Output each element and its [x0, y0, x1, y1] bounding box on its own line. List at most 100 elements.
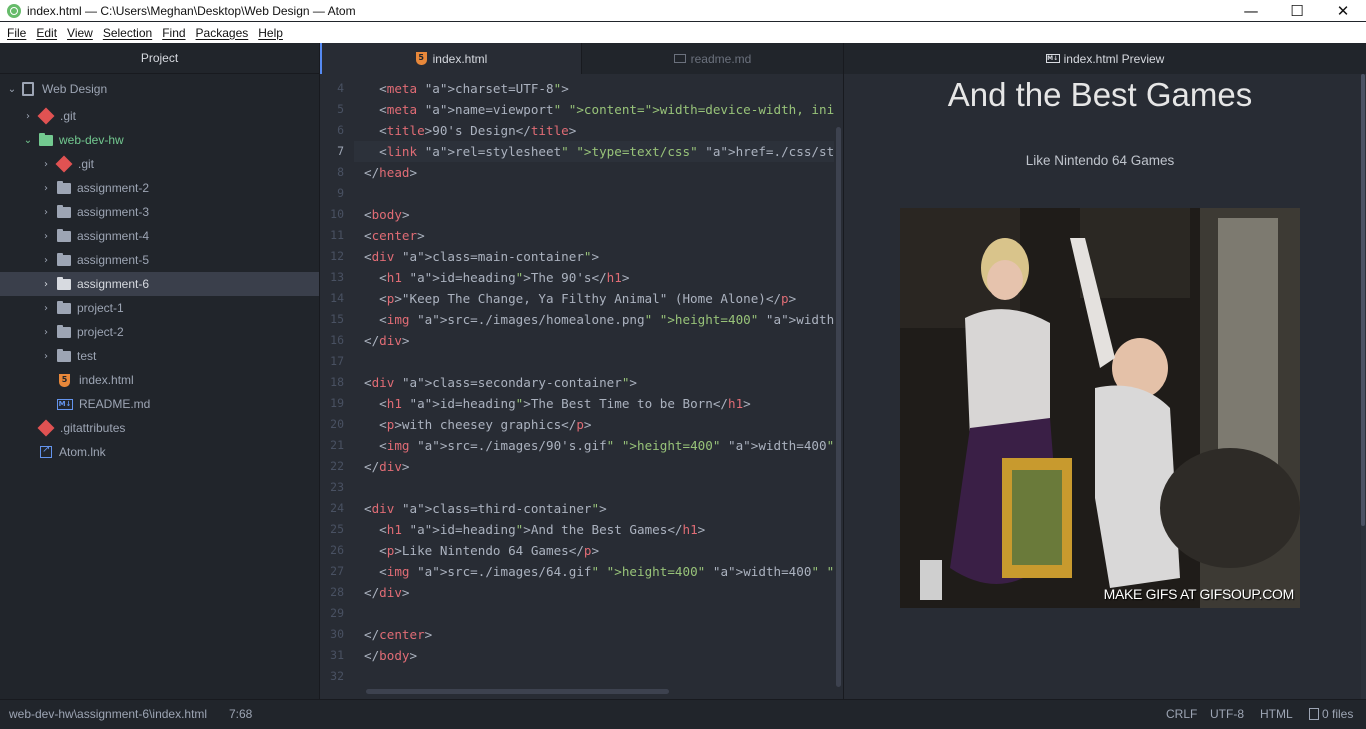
tree-item-label: assignment-6 — [77, 277, 150, 291]
markdown-icon: M↓ — [1045, 54, 1060, 63]
code-line[interactable] — [364, 351, 834, 372]
status-git-files[interactable]: 0 files — [1309, 707, 1353, 721]
tree-view: Project ⌄ Web Design › .git ⌄ web-dev-hw… — [0, 43, 320, 699]
chevron-right-icon: › — [44, 326, 48, 338]
maximize-button[interactable]: ☐ — [1274, 0, 1320, 21]
tree-item-label: README.md — [79, 397, 151, 411]
minimize-button[interactable]: — — [1228, 0, 1274, 21]
chevron-right-icon: › — [26, 110, 30, 122]
code-line[interactable]: <p>"Keep The Change, Ya Filthy Animal" (… — [364, 288, 834, 309]
code-line[interactable]: <h1 "a">id=heading">And the Best Games</… — [364, 519, 834, 540]
menu-help[interactable]: Help — [253, 26, 288, 40]
code-line[interactable]: <div "a">class=secondary-container"> — [364, 372, 834, 393]
close-button[interactable]: ✕ — [1320, 0, 1366, 21]
editor-horizontal-scrollbar[interactable] — [366, 689, 669, 694]
tree-item-label: Atom.lnk — [59, 445, 106, 459]
line-number: 6 — [337, 123, 344, 137]
code-line[interactable] — [364, 603, 834, 624]
tree-item-label: assignment-2 — [77, 181, 150, 195]
code-line[interactable]: <img "a">src=./images/90's.gif" ">height… — [364, 435, 834, 456]
repo-icon — [22, 82, 34, 96]
tree-item-gitattributes[interactable]: .gitattributes — [0, 416, 319, 440]
menu-selection[interactable]: Selection — [98, 26, 157, 40]
editor-pane: 5 index.html readme.md 4 <meta "a">chars… — [320, 43, 843, 699]
code-line-current[interactable]: <link "a">rel=stylesheet" ">type=text/cs… — [354, 141, 834, 162]
status-cursor-position[interactable]: 7:68 — [229, 707, 252, 721]
menu-view[interactable]: View — [62, 26, 98, 40]
folder-icon — [57, 252, 71, 266]
tree-item-assignment-6[interactable]: › assignment-6 — [0, 272, 319, 296]
tree-item-atom-lnk[interactable]: Atom.lnk — [0, 440, 319, 464]
code-line[interactable]: </div> — [364, 456, 834, 477]
line-number: 31 — [330, 648, 344, 662]
folder-icon — [57, 180, 71, 194]
line-number: 17 — [330, 354, 344, 368]
tree-item-git[interactable]: › .git — [0, 152, 319, 176]
tree-item-index-html[interactable]: 5 index.html — [0, 368, 319, 392]
tab-readme-md[interactable]: readme.md — [581, 43, 843, 74]
status-file-path[interactable]: web-dev-hw\assignment-6\index.html — [9, 707, 207, 721]
code-line[interactable]: <img "a">src=./images/64.gif" ">height=4… — [364, 561, 834, 582]
tree-item-label: .git — [78, 157, 95, 171]
chevron-right-icon: › — [44, 206, 48, 218]
code-line[interactable]: <body> — [364, 204, 834, 225]
code-line[interactable] — [364, 477, 834, 498]
folder-icon — [57, 324, 71, 338]
tree-item-assignment-3[interactable]: › assignment-3 — [0, 200, 319, 224]
tree-item-web-dev-hw[interactable]: ⌄ web-dev-hw — [0, 128, 319, 152]
tree-item-web-design[interactable]: ⌄ Web Design — [0, 77, 319, 101]
code-line[interactable]: <p>with cheesey graphics</p> — [364, 414, 834, 435]
preview-scrollbar-thumb[interactable] — [1361, 74, 1365, 526]
tree-item-readme[interactable]: M↓ README.md — [0, 392, 319, 416]
code-line[interactable]: <h1 "a">id=heading">The 90's</h1> — [364, 267, 834, 288]
code-line[interactable]: <div "a">class=third-container"> — [364, 498, 834, 519]
tree-item-label: index.html — [79, 373, 134, 387]
tab-index-html[interactable]: 5 index.html — [320, 43, 581, 74]
code-line[interactable]: <meta "a">charset=UTF-8"> — [364, 78, 834, 99]
menu-packages[interactable]: Packages — [191, 26, 254, 40]
menu-file[interactable]: File — [2, 26, 31, 40]
file-icon — [1309, 708, 1319, 720]
preview-heading: And the Best Games — [947, 76, 1253, 113]
code-line[interactable]: </div> — [364, 330, 834, 351]
tree-item-git[interactable]: › .git — [0, 104, 319, 128]
code-line[interactable] — [364, 183, 834, 204]
menu-edit[interactable]: Edit — [31, 26, 62, 40]
line-number: 15 — [330, 312, 344, 326]
tree-view-header[interactable]: Project — [0, 43, 319, 74]
status-line-ending[interactable]: CRLF — [1166, 707, 1197, 721]
line-number: 19 — [330, 396, 344, 410]
line-number: 5 — [337, 102, 344, 116]
tree-item-test[interactable]: › test — [0, 344, 319, 368]
tree-item-assignment-5[interactable]: › assignment-5 — [0, 248, 319, 272]
status-grammar[interactable]: HTML — [1260, 707, 1293, 721]
tree-item-assignment-4[interactable]: › assignment-4 — [0, 224, 319, 248]
code-line[interactable]: <img "a">src=./images/homealone.png" ">h… — [364, 309, 834, 330]
preview-scrollbar[interactable] — [1361, 74, 1366, 699]
tab-label: index.html — [432, 51, 488, 66]
code-line[interactable]: <meta "a">name=viewport" ">content=">wid… — [364, 99, 834, 120]
code-line[interactable]: <h1 "a">id=heading">The Best Time to be … — [364, 393, 834, 414]
tree-item-project-1[interactable]: › project-1 — [0, 296, 319, 320]
editor-vertical-scrollbar[interactable] — [836, 127, 841, 687]
status-encoding[interactable]: UTF-8 — [1210, 707, 1244, 721]
tab-preview[interactable]: M↓ index.html Preview — [844, 43, 1366, 74]
code-line[interactable]: </div> — [364, 582, 834, 603]
code-line[interactable]: </center> — [364, 624, 834, 645]
folder-icon — [57, 300, 71, 314]
code-line[interactable]: <div "a">class=main-container"> — [364, 246, 834, 267]
code-line[interactable]: <center> — [364, 225, 834, 246]
tree-item-project-2[interactable]: › project-2 — [0, 320, 319, 344]
line-number: 13 — [330, 270, 344, 284]
line-number: 14 — [330, 291, 344, 305]
code-line[interactable]: </head> — [364, 162, 834, 183]
tab-bar: 5 index.html readme.md — [320, 43, 843, 74]
code-line[interactable]: </body> — [364, 645, 834, 666]
tree-item-assignment-2[interactable]: › assignment-2 — [0, 176, 319, 200]
code-line[interactable] — [364, 666, 834, 687]
code-line[interactable]: <p>Like Nintendo 64 Games</p> — [364, 540, 834, 561]
menu-find[interactable]: Find — [157, 26, 190, 40]
line-number: 7 — [337, 144, 344, 158]
code-line[interactable]: <title>90's Design</title> — [364, 120, 834, 141]
code-editor[interactable]: 4 <meta "a">charset=UTF-8"> 5 <meta "a">n… — [320, 78, 843, 683]
